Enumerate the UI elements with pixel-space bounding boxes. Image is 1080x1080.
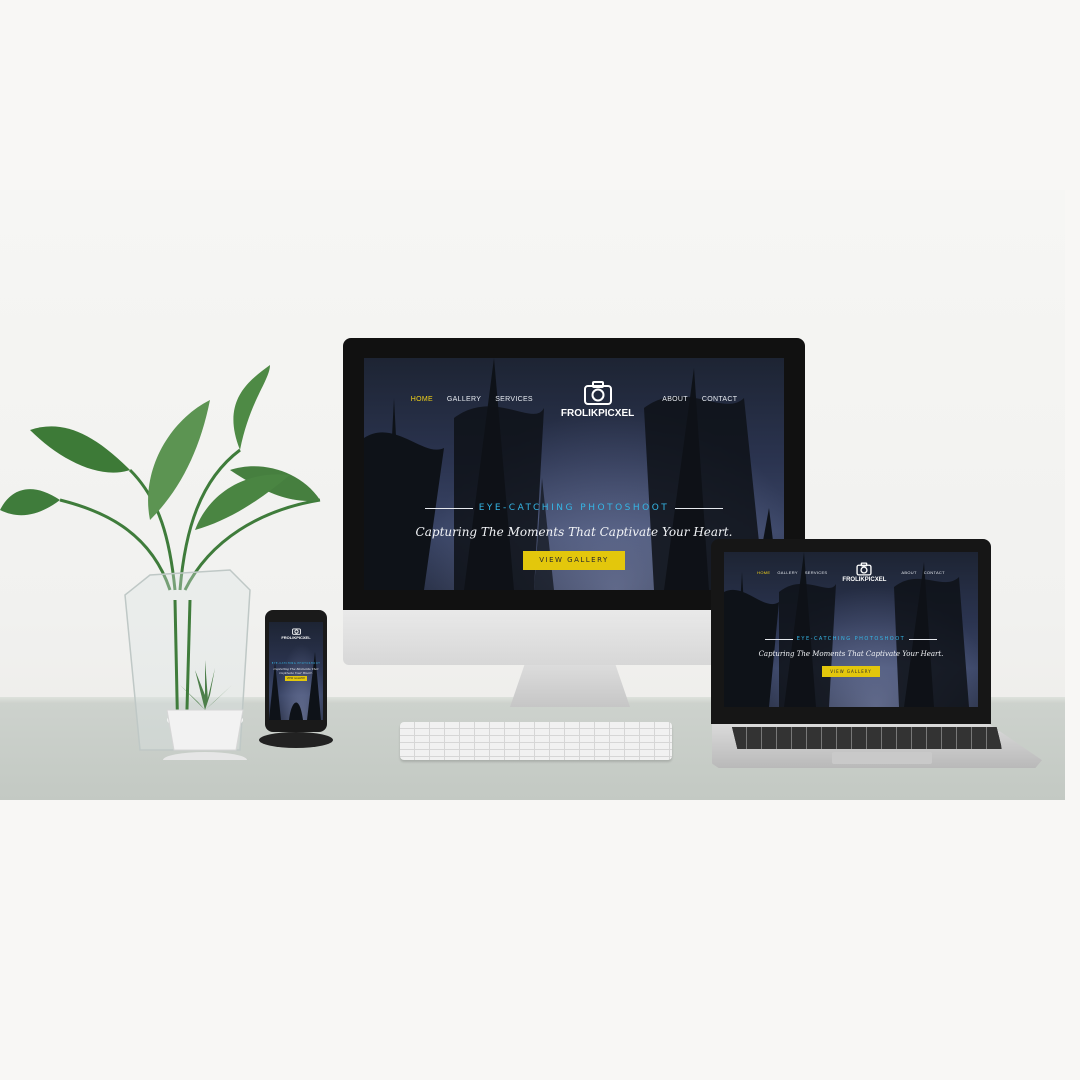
laptop-display: HOME GALLERY SERVICES FROLIKPICXEL ABOUT…	[711, 539, 991, 724]
nav-gallery[interactable]: GALLERY	[777, 570, 797, 575]
view-gallery-button[interactable]: VIEW GALLERY	[822, 666, 880, 677]
site-logo[interactable]: FROLIKPICXEL	[842, 562, 886, 583]
nav-home[interactable]: HOME	[757, 570, 770, 575]
nav-contact[interactable]: CONTACT	[924, 570, 945, 575]
keyboard	[400, 722, 672, 760]
tagline-rule-right	[675, 507, 724, 509]
nav-contact[interactable]: CONTACT	[702, 396, 737, 403]
tagline-text: EYE-CATCHING PHOTOSHOOT	[796, 636, 906, 642]
camera-icon	[291, 628, 301, 635]
nav-home[interactable]: HOME	[411, 396, 433, 403]
brand-name: FROLIKPICXEL	[560, 408, 635, 419]
hero-tagline: EYE-CATCHING PHOTOSHOOT	[269, 662, 323, 665]
tagline-text: EYE-CATCHING PHOTOSHOOT	[478, 503, 670, 513]
view-gallery-button[interactable]: VIEW GALLERY	[523, 551, 625, 570]
hero-headline: Capturing The Moments That Captivate You…	[758, 650, 944, 658]
phone-dock	[259, 732, 333, 748]
site-logo[interactable]: FROLIKPICXEL	[561, 380, 634, 419]
nav-services[interactable]: SERVICES	[805, 570, 828, 575]
camera-icon	[583, 381, 612, 405]
nav-about[interactable]: ABOUT	[901, 570, 916, 575]
tagline-rule-left	[764, 638, 793, 640]
brand-name: FROLIKPICXEL	[281, 635, 311, 640]
hero-headline: Capturing The Moments That Captivate You…	[415, 525, 733, 539]
nav-services[interactable]: SERVICES	[495, 396, 533, 403]
tagline-text: EYE-CATCHING PHOTOSHOOT	[271, 662, 321, 665]
site-nav: HOME GALLERY SERVICES FROLIKPICXEL ABOUT…	[364, 380, 784, 419]
laptop-keyboard	[732, 727, 1002, 749]
hero-headline: Capturing The Moments That Captivate You…	[273, 667, 319, 675]
nav-gallery[interactable]: GALLERY	[447, 396, 481, 403]
smartphone: FROLIKPICXEL EYE-CATCHING PHOTOSHOOT Cap…	[265, 610, 327, 732]
view-gallery-button[interactable]: VIEW GALLERY	[285, 676, 307, 681]
tagline-rule-left	[424, 507, 473, 509]
camera-icon	[856, 562, 873, 576]
brand-name: FROLIKPICXEL	[842, 577, 887, 583]
nav-about[interactable]: ABOUT	[662, 396, 688, 403]
mockup-scene: HOME GALLERY SERVICES FROLIKPICXEL ABOUT…	[0, 190, 1065, 800]
hero-tagline: EYE-CATCHING PHOTOSHOOT	[724, 636, 978, 642]
hero-tagline: EYE-CATCHING PHOTOSHOOT	[364, 503, 784, 513]
monitor-stand	[510, 665, 630, 707]
site-nav: HOME GALLERY SERVICES FROLIKPICXEL ABOUT…	[724, 562, 978, 583]
tagline-rule-right	[909, 638, 938, 640]
laptop-site-preview: HOME GALLERY SERVICES FROLIKPICXEL ABOUT…	[724, 552, 978, 707]
site-nav: FROLIKPICXEL	[269, 627, 323, 640]
site-logo[interactable]: FROLIKPICXEL	[281, 627, 311, 640]
mobile-site-preview: FROLIKPICXEL EYE-CATCHING PHOTOSHOOT Cap…	[269, 622, 323, 720]
laptop-trackpad	[832, 752, 932, 764]
